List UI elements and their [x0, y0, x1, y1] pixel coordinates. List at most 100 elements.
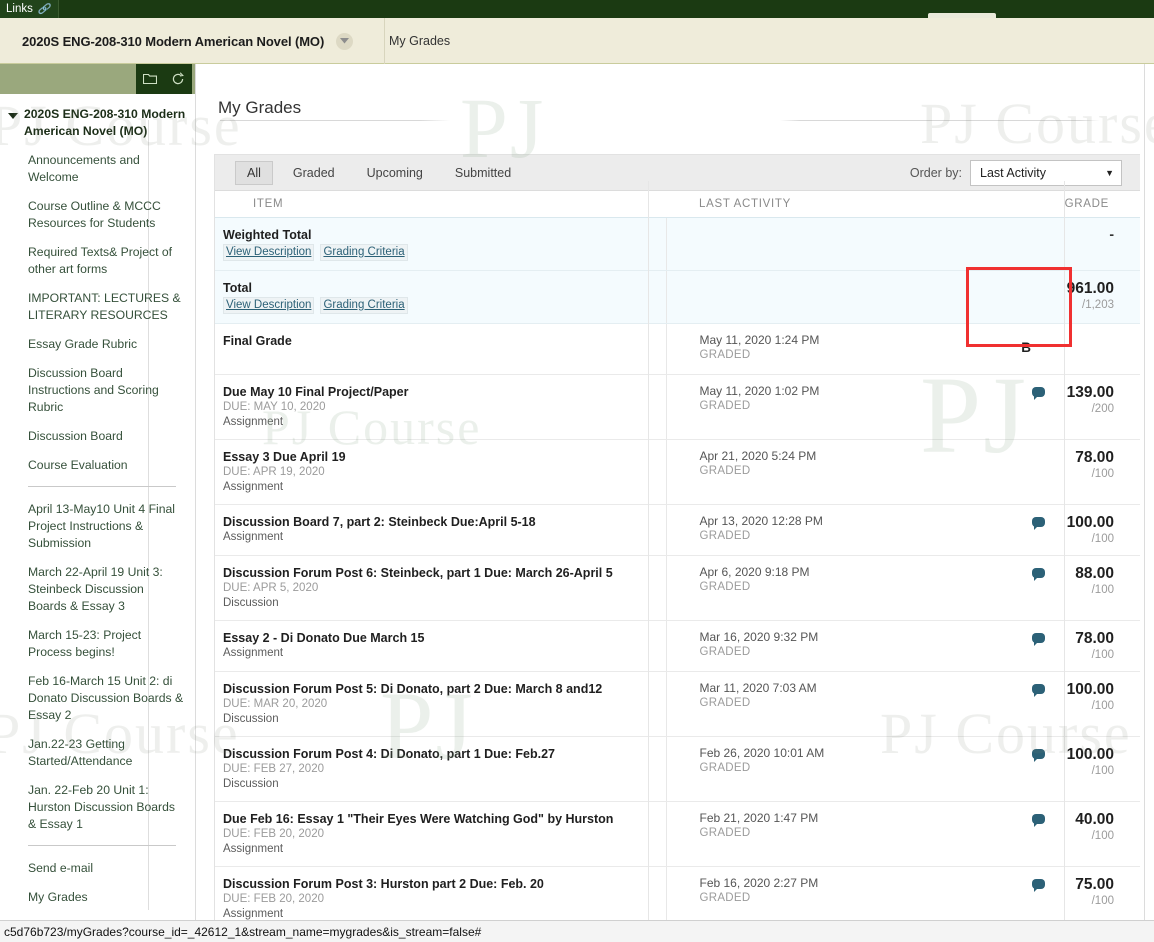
row-grade-cell: 100.00/100 — [956, 672, 1140, 736]
row-item-cell: Discussion Board 7, part 2: Steinbeck Du… — [215, 505, 666, 555]
row-grade-cell: 78.00/100 — [956, 440, 1140, 504]
table-row[interactable]: Discussion Forum Post 5: Di Donato, part… — [215, 672, 1140, 737]
table-row[interactable]: Weighted Total View Description Grading Cr… — [215, 218, 1140, 271]
sidebar-item-db-instructions[interactable]: Discussion Board Instructions and Scorin… — [0, 365, 195, 416]
comment-icon[interactable] — [1032, 633, 1045, 646]
table-row[interactable]: Discussion Forum Post 6: Steinbeck, part… — [215, 556, 1140, 621]
sidebar-item-unit1[interactable]: Jan. 22-Feb 20 Unit 1: Hurston Discussio… — [0, 782, 195, 833]
order-by-label: Order by: — [909, 166, 962, 180]
row-title: Due May 10 Final Project/Paper — [223, 385, 409, 399]
row-last-activity-cell: May 11, 2020 1:02 PM GRADED — [666, 375, 956, 439]
links-bookmark-tab[interactable]: Links 🔗 — [0, 0, 60, 18]
row-activity-date: Feb 26, 2020 10:01 AM — [699, 746, 825, 760]
row-score: - — [1109, 226, 1114, 242]
grading-criteria-link[interactable]: Grading Criteria — [320, 244, 408, 261]
row-due-date: DUE: MAR 20, 2020 — [223, 698, 328, 710]
grading-criteria-link[interactable]: Grading Criteria — [320, 297, 408, 314]
row-last-activity-cell — [666, 271, 956, 323]
sidebar-item-announcements[interactable]: Announcements and Welcome — [0, 152, 195, 186]
order-by-select[interactable]: Last Activity ▼ — [970, 160, 1122, 186]
sidebar-course-root[interactable]: 2020S ENG-208-310 Modern American Novel … — [0, 106, 195, 140]
sidebar-item-required-texts[interactable]: Required Texts& Project of other art for… — [0, 244, 195, 278]
caret-down-icon[interactable] — [8, 113, 18, 119]
row-title: Total — [223, 281, 252, 295]
sidebar-item-unit3[interactable]: March 22-April 19 Unit 3: Steinbeck Disc… — [0, 564, 195, 615]
row-last-activity-cell: Mar 11, 2020 7:03 AM GRADED — [666, 672, 956, 736]
table-row[interactable]: Essay 2 - Di Donato Due March 15 Assignme… — [215, 621, 1140, 672]
row-title: Discussion Forum Post 6: Steinbeck, part… — [223, 566, 613, 580]
grades-panel: All Graded Upcoming Submitted Order by: … — [214, 154, 1140, 942]
row-due-date: DUE: FEB 27, 2020 — [223, 763, 324, 775]
tab-upcoming[interactable]: Upcoming — [355, 161, 435, 185]
grades-tabs: All Graded Upcoming Submitted — [215, 160, 523, 185]
comment-icon[interactable] — [1032, 749, 1045, 762]
comment-icon[interactable] — [1032, 684, 1045, 697]
table-row[interactable]: Discussion Board 7, part 2: Steinbeck Du… — [215, 505, 1140, 556]
sidebar-item-getting-started[interactable]: Jan.22-23 Getting Started/Attendance — [0, 736, 195, 770]
row-grade-cell: 40.00/100 — [956, 802, 1140, 866]
course-menu-list: 2020S ENG-208-310 Modern American Novel … — [0, 94, 195, 918]
folder-icon[interactable] — [143, 73, 157, 85]
table-row[interactable]: Discussion Forum Post 4: Di Donato, part… — [215, 737, 1140, 802]
row-item-type: Assignment — [223, 416, 284, 428]
sidebar-item-project-process[interactable]: March 15-23: Project Process begins! — [0, 627, 195, 661]
row-item-type: Discussion — [223, 597, 279, 609]
order-by-control: Order by: Last Activity ▼ — [910, 155, 1122, 191]
row-item-type: Assignment — [223, 481, 284, 493]
sidebar-item-discussion-board[interactable]: Discussion Board — [0, 428, 195, 445]
sidebar-item-unit4[interactable]: April 13-May10 Unit 4 Final Project Inst… — [0, 501, 195, 552]
row-title: Essay 2 - Di Donato Due March 15 — [223, 631, 425, 645]
row-title: Discussion Board 7, part 2: Steinbeck Du… — [223, 515, 536, 529]
row-status: GRADED — [699, 646, 751, 658]
row-activity-date: May 11, 2020 1:24 PM — [699, 333, 820, 347]
sidebar-item-my-grades[interactable]: My Grades — [0, 889, 195, 906]
row-letter-grade: B — [1021, 340, 1031, 355]
sidebar-item-unit2[interactable]: Feb 16-March 15 Unit 2: di Donato Discus… — [0, 673, 195, 724]
row-points-possible: /1,203 — [1082, 299, 1114, 311]
tab-graded[interactable]: Graded — [281, 161, 347, 185]
comment-icon[interactable] — [1032, 517, 1045, 530]
comment-icon[interactable] — [1032, 568, 1045, 581]
comment-icon[interactable] — [1032, 387, 1045, 400]
view-description-link[interactable]: View Description — [223, 244, 315, 261]
sidebar-item-lectures-resources[interactable]: IMPORTANT: LECTURES & LITERARY RESOURCES — [0, 290, 195, 324]
row-activity-date: Apr 13, 2020 12:28 PM — [699, 514, 823, 528]
table-row[interactable]: Essay 3 Due April 19 DUE: APR 19, 2020 Ass… — [215, 440, 1140, 505]
status-url: c5d76b723/myGrades?course_id=_42612_1&st… — [4, 924, 482, 939]
row-points-possible: /100 — [1091, 830, 1114, 842]
refresh-icon[interactable] — [171, 72, 185, 86]
view-description-link[interactable]: View Description — [223, 297, 315, 314]
tab-submitted[interactable]: Submitted — [443, 161, 523, 185]
page-title: My Grades — [218, 98, 302, 117]
chevron-down-icon[interactable] — [336, 32, 354, 50]
links-label: Links — [6, 3, 33, 15]
sidebar-item-course-outline[interactable]: Course Outline & MCCC Resources for Stud… — [0, 198, 195, 232]
table-row[interactable]: Due Feb 16: Essay 1 "Their Eyes Were Wat… — [215, 802, 1140, 867]
row-grade-cell: 78.00/100 — [956, 621, 1140, 671]
tab-all[interactable]: All — [235, 160, 273, 185]
breadcrumb-current: My Grades — [389, 18, 450, 64]
row-item-cell: Total View Description Grading Criteria — [215, 271, 666, 323]
comment-icon[interactable] — [1032, 879, 1045, 892]
row-title: Due Feb 16: Essay 1 "Their Eyes Were Wat… — [223, 812, 614, 826]
row-points-possible: /100 — [1091, 895, 1114, 907]
row-title: Essay 3 Due April 19 — [223, 450, 346, 464]
grid-line — [648, 181, 649, 942]
table-row[interactable]: Final Grade May 11, 2020 1:24 PM GRADED B — [215, 324, 1140, 375]
row-last-activity-cell: Apr 13, 2020 12:28 PM GRADED — [666, 505, 956, 555]
table-row[interactable]: Total View Description Grading Criteria 961… — [215, 271, 1140, 324]
chevron-down-icon: ▼ — [1105, 168, 1114, 178]
row-status: GRADED — [699, 400, 751, 412]
sidebar-item-send-email[interactable]: Send e-mail — [0, 860, 195, 877]
grades-row-list: Weighted Total View Description Grading Cr… — [215, 218, 1140, 942]
sidebar-item-course-evaluation[interactable]: Course Evaluation — [0, 457, 195, 474]
row-status: GRADED — [699, 465, 751, 477]
course-header-bar: 2020S ENG-208-310 Modern American Novel … — [0, 18, 1154, 64]
row-title: Final Grade — [223, 334, 292, 348]
comment-icon[interactable] — [1032, 814, 1045, 827]
row-links: View Description Grading Criteria — [223, 244, 656, 261]
order-by-value: Last Activity — [980, 166, 1046, 180]
row-status: GRADED — [699, 349, 751, 361]
table-row[interactable]: Due May 10 Final Project/Paper DUE: MAY 1… — [215, 375, 1140, 440]
sidebar-item-essay-rubric[interactable]: Essay Grade Rubric — [0, 336, 195, 353]
